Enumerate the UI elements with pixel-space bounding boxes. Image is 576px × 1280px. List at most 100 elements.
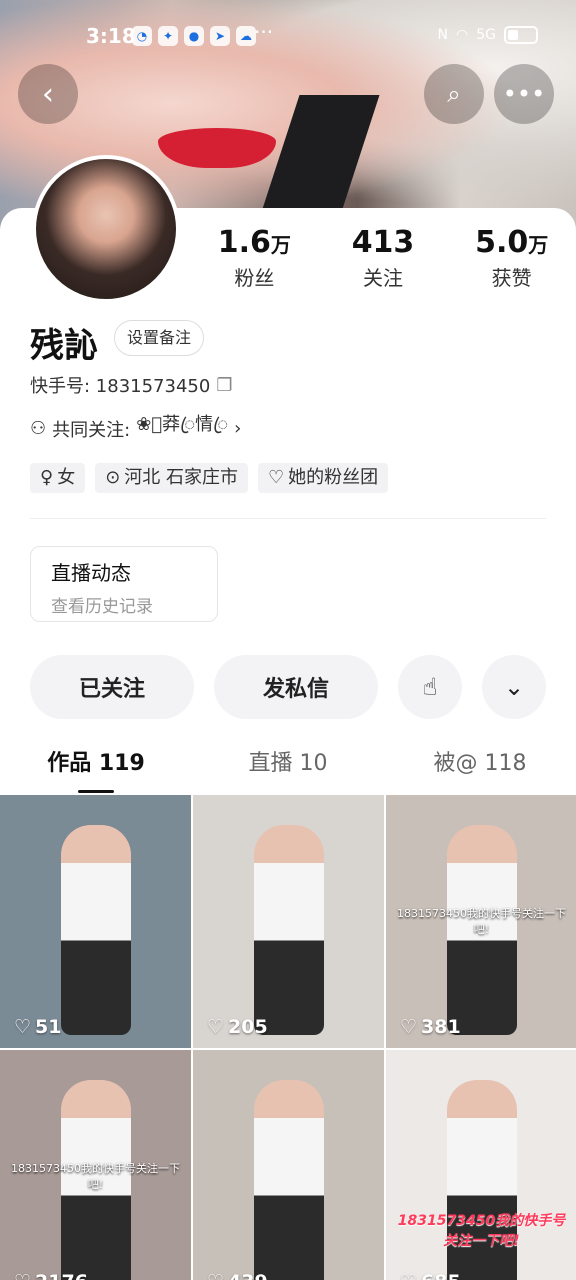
set-note-button[interactable]: 设置备注 [114,320,205,356]
copy-icon[interactable]: ❐ [216,375,232,396]
live-history-subtitle: 查看历史记录 [51,597,153,617]
more-button[interactable]: ••• [494,64,554,124]
tab-mentioned[interactable]: 被@ 118 [384,745,576,795]
mutual-value: ❀ꦿ莽ꦿ情ꦿ [136,414,229,435]
video-figure [446,1080,517,1280]
video-likes-count: 381 [421,1016,461,1038]
user-icon: ⚇ [30,418,47,439]
search-button[interactable]: ⌕ [424,64,484,124]
live-history-card[interactable]: 直播动态 查看历史记录 [30,546,218,622]
stat-following[interactable]: 413 关注 [319,225,448,291]
video-likes: ♡ 205 [207,1016,268,1038]
video-likes: ♡ 439 [207,1271,268,1280]
video-grid: ♡ 51 ♡ 205 1831573450我的快手号关注一下吧! ♡ 381 1831… [0,795,576,1280]
tag-fan-club[interactable]: ♡ 她的粉丝团 [258,463,389,493]
video-figure [253,825,324,1035]
profile-name: 残訫 [30,326,98,366]
tab-live[interactable]: 直播 10 [192,745,384,795]
video-caption: 1831573450我的快手号关注一下吧! [397,1213,566,1249]
stat-likes[interactable]: 5.0万 获赞 [447,225,576,291]
video-figure [253,1080,324,1280]
avatar[interactable] [32,155,180,303]
stat-fans-num: 1.6 [217,225,271,260]
status-app-icons: ◔ ✦ ● ➤ ☁ [132,26,256,46]
mutual-label: 共同关注: [52,419,131,441]
status-time: 3:18 [86,24,136,48]
action-bar: 已关注 发私信 ☝ ⌄ [30,655,546,719]
wechat-icon: ● [184,26,204,46]
divider [30,518,546,519]
weather-icon: ☁ [236,26,256,46]
video-figure [60,825,131,1035]
video-caption: 1831573450我的快手号关注一下吧! [11,1162,180,1191]
heart-icon: ♡ [268,467,285,488]
tag-gender-text: 女 [57,467,76,488]
video-likes: ♡ 685 [400,1271,461,1280]
live-history-title: 直播动态 [51,561,131,585]
tag-location-text: 河北 石家庄市 [124,467,239,488]
send-icon: ➤ [210,26,230,46]
video-likes: ♡ 2176 [14,1271,88,1280]
wifi-icon: ◠ [456,27,469,43]
video-likes: ♡ 381 [400,1016,461,1038]
video-thumb[interactable]: ♡ 205 [193,795,384,1048]
chevron-down-icon: ⌄ [503,673,525,701]
video-likes: ♡ 51 [14,1016,62,1038]
female-icon: ♀ [40,467,54,488]
heart-outline-icon: ♡ [400,1016,418,1038]
stat-likes-unit: 万 [528,233,549,257]
bulb-icon: ✦ [158,26,178,46]
banner-lips [158,128,276,168]
nfc-icon: N [437,27,449,43]
stat-fans[interactable]: 1.6万 粉丝 [190,225,319,291]
follow-button[interactable]: 已关注 [30,655,194,719]
tab-works[interactable]: 作品 119 [0,745,192,795]
more-icon: ••• [502,80,546,108]
expand-button[interactable]: ⌄ [482,655,546,719]
chevron-right-icon: › [234,418,242,439]
stat-likes-label: 获赞 [491,266,532,290]
status-bar: 3:18 ◔ ✦ ● ➤ ☁ ··· N ◠ 5G [0,18,576,58]
tap-button[interactable]: ☝ [398,655,462,719]
video-likes-count: 439 [228,1271,268,1280]
video-thumb[interactable]: ♡ 439 [193,1050,384,1280]
video-likes-count: 2176 [35,1271,88,1280]
stat-fans-label: 粉丝 [234,266,275,290]
mutual-follow-row[interactable]: ⚇ 共同关注: ❀ꦿ莽ꦿ情ꦿ › [30,410,241,447]
stat-following-num: 413 [351,225,415,260]
signal-icon: 5G [476,27,496,43]
tag-location: ⊙ 河北 石家庄市 [95,463,249,493]
heart-outline-icon: ♡ [207,1271,224,1280]
stat-likes-num: 5.0 [475,225,529,260]
kuaishou-id-row: 快手号: 1831573450 ❐ [30,372,232,398]
qq-icon: ◔ [132,26,152,46]
video-thumb[interactable]: 1831573450我的快手号关注一下吧! ♡ 685 [386,1050,576,1280]
location-icon: ⊙ [105,467,121,488]
profile-tags: ♀ 女 ⊙ 河北 石家庄市 ♡ 她的粉丝团 [30,463,389,493]
heart-outline-icon: ♡ [400,1271,417,1280]
search-icon: ⌕ [447,80,461,108]
tag-fan-club-text: 她的粉丝团 [288,467,379,488]
heart-outline-icon: ♡ [14,1016,32,1038]
heart-outline-icon: ♡ [207,1016,225,1038]
status-right: N ◠ 5G [438,26,538,44]
status-more-dots: ··· [254,20,274,44]
video-likes-count: 205 [228,1016,268,1038]
video-likes-count: 51 [35,1016,62,1038]
battery-icon [504,26,538,44]
video-thumb[interactable]: 1831573450我的快手号关注一下吧! ♡ 381 [386,795,576,1048]
message-button[interactable]: 发私信 [214,655,378,719]
stat-fans-unit: 万 [270,233,291,257]
back-button[interactable]: ‹ [18,64,78,124]
back-arrow-icon: ‹ [42,76,54,112]
kuaishou-id: 快手号: 1831573450 [30,376,211,397]
tag-gender: ♀ 女 [30,463,86,493]
video-thumb[interactable]: 1831573450我的快手号关注一下吧! ♡ 2176 [0,1050,191,1280]
video-caption: 1831573450我的快手号关注一下吧! [397,907,566,936]
video-thumb[interactable]: ♡ 51 [0,795,191,1048]
banner-collar [260,95,380,215]
video-likes-count: 685 [421,1271,461,1280]
heart-outline-icon: ♡ [14,1271,31,1280]
content-tabs: 作品 119 直播 10 被@ 118 [0,745,576,795]
stat-following-label: 关注 [363,266,403,290]
